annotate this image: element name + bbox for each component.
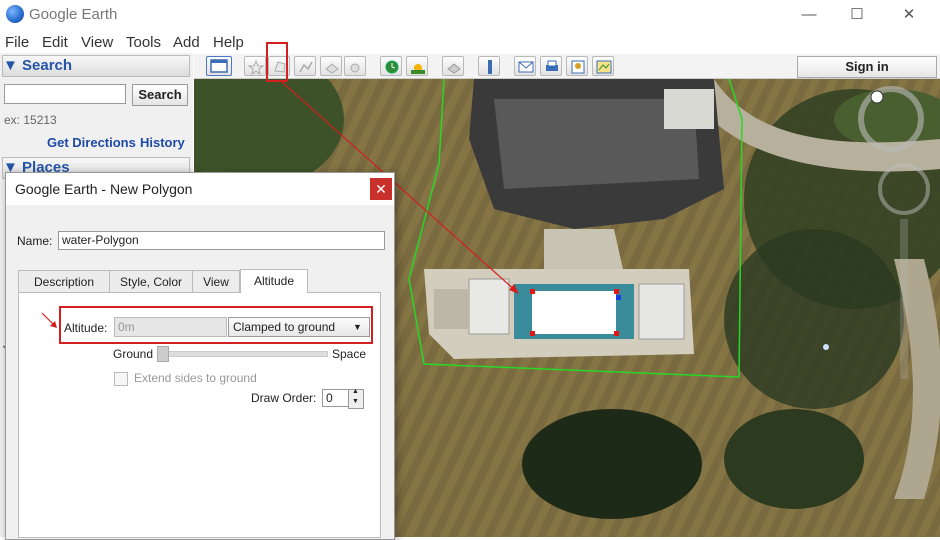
draw-order-label: Draw Order: [251, 391, 317, 405]
stepper-up-icon[interactable]: ▲ [352, 388, 359, 395]
dropdown-arrow-icon: ▼ [353, 322, 362, 332]
dialog-title: Google Earth - New Polygon [15, 181, 193, 197]
altitude-mode-value: Clamped to ground [233, 320, 336, 334]
draw-order-input[interactable]: 0 [322, 389, 351, 407]
altitude-slider-track[interactable] [158, 351, 328, 357]
slider-ground-label: Ground [113, 347, 154, 361]
slider-space-label: Space [332, 347, 367, 361]
tab-description[interactable]: Description [18, 270, 110, 292]
extend-sides-checkbox[interactable] [114, 372, 128, 386]
tab-style-color[interactable]: Style, Color [109, 270, 193, 292]
new-polygon-dialog: Google Earth - New Polygon ✕ Name: water… [5, 172, 395, 540]
altitude-input[interactable]: 0m [114, 317, 227, 337]
name-input[interactable]: water-Polygon [58, 231, 385, 250]
name-label: Name: [17, 234, 53, 248]
stepper-down-icon[interactable]: ▼ [352, 398, 359, 405]
tab-view[interactable]: View [192, 270, 240, 292]
extend-sides-label: Extend sides to ground [134, 371, 257, 385]
altitude-slider-thumb[interactable] [157, 346, 169, 362]
tab-altitude[interactable]: Altitude [240, 269, 308, 293]
dialog-close-button[interactable]: ✕ [370, 178, 392, 200]
altitude-label: Altitude: [64, 321, 108, 335]
altitude-mode-select[interactable]: Clamped to ground ▼ [228, 317, 370, 337]
draw-order-stepper[interactable]: ▲ ▼ [348, 388, 364, 409]
annotation-arrow-icon [41, 312, 57, 328]
